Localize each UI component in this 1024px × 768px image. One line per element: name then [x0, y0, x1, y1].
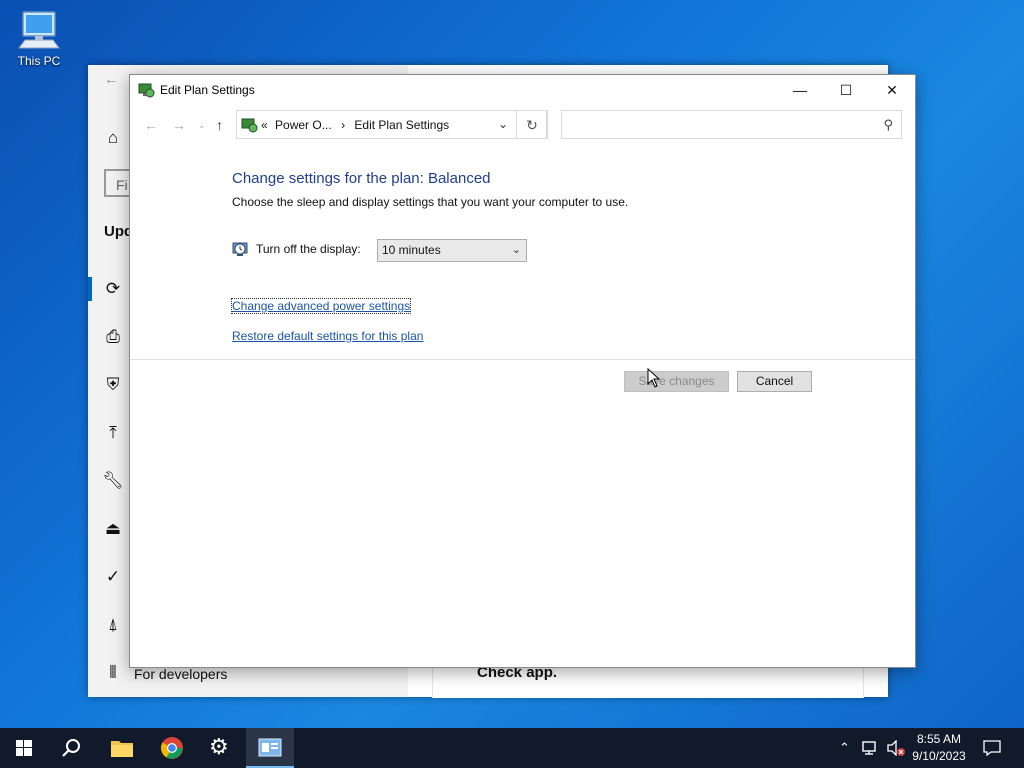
close-button[interactable]: ✕	[869, 75, 915, 105]
power-options-icon	[240, 116, 258, 134]
chevron-down-icon: ⌄	[511, 244, 521, 256]
chrome-button[interactable]	[148, 728, 196, 768]
home-icon[interactable]: ⌂	[102, 127, 124, 149]
restore-defaults-link[interactable]: Restore default settings for this plan	[232, 329, 423, 343]
search-icon	[62, 739, 80, 757]
back-icon[interactable]: ←	[144, 117, 158, 133]
taskbar: ⚙ ⌃ 8:55 AM 9/10/2023	[0, 728, 1024, 768]
display-timeout-select[interactable]: 10 minutes ⌄	[377, 239, 527, 262]
title-bar[interactable]: Edit Plan Settings — ☐ ✕	[130, 75, 915, 105]
windows-logo-icon	[16, 740, 32, 756]
page-description: Choose the sleep and display settings th…	[232, 195, 629, 209]
action-center-icon[interactable]	[983, 740, 1001, 759]
breadcrumb-current[interactable]: Edit Plan Settings	[354, 118, 449, 132]
up-icon[interactable]: ↑	[216, 117, 223, 133]
breadcrumb: « Power O... › Edit Plan Settings	[261, 118, 449, 132]
display-timeout-value: 10 minutes	[382, 243, 441, 257]
developer-icon[interactable]: ⫴	[102, 662, 124, 684]
sync-icon[interactable]: ⟳	[102, 278, 124, 300]
wrench-icon[interactable]: 🔧︎	[102, 470, 124, 492]
network-icon[interactable]	[862, 740, 880, 759]
find-device-icon[interactable]: ⍋	[102, 614, 124, 636]
sidebar-item-developers[interactable]: For developers	[134, 666, 227, 682]
forward-icon[interactable]: →	[172, 117, 186, 133]
refresh-button[interactable]: ↻	[516, 110, 548, 139]
mouse-cursor-icon	[647, 367, 661, 388]
recent-dropdown-icon[interactable]: ⌄	[198, 120, 206, 131]
cancel-button[interactable]: Cancel	[737, 371, 812, 392]
power-options-icon	[137, 81, 155, 99]
taskbar-search-button[interactable]	[48, 728, 96, 768]
breadcrumb-overflow[interactable]: «	[261, 118, 268, 132]
settings-button[interactable]: ⚙	[196, 728, 244, 768]
refresh-icon: ↻	[526, 117, 538, 133]
this-pc-desktop-icon[interactable]: This PC	[14, 8, 64, 68]
chrome-icon	[161, 737, 183, 759]
recovery-icon[interactable]: ⏏	[102, 518, 124, 540]
control-panel-icon	[258, 738, 282, 757]
breadcrumb-separator: ›	[341, 118, 346, 132]
minimize-button[interactable]: —	[777, 75, 823, 105]
chevron-up-icon[interactable]: ⌃	[839, 740, 850, 756]
advanced-power-settings-link[interactable]: Change advanced power settings	[230, 298, 412, 314]
divider	[130, 359, 915, 360]
maximize-button[interactable]: ☐	[823, 75, 869, 105]
delivery-icon[interactable]: ⎙	[102, 326, 124, 348]
save-changes-button[interactable]: Save changes	[624, 371, 729, 392]
control-panel-button[interactable]	[246, 728, 294, 768]
address-bar[interactable]: « Power O... › Edit Plan Settings ⌄	[236, 110, 547, 139]
window-title: Edit Plan Settings	[160, 83, 255, 97]
clock-time: 8:55 AM	[916, 732, 962, 746]
file-explorer-button[interactable]	[98, 728, 146, 768]
search-input[interactable]: ⚲	[561, 110, 902, 139]
clock-date: 9/10/2023	[912, 749, 966, 763]
selected-indicator	[88, 277, 92, 301]
system-clock[interactable]: 8:55 AM 9/10/2023	[905, 731, 973, 765]
computer-icon	[17, 8, 61, 54]
back-arrow-icon[interactable]: ←	[104, 71, 118, 87]
edit-plan-settings-window: Edit Plan Settings — ☐ ✕ ← → ⌄ ↑ « Power…	[129, 74, 916, 668]
search-icon: ⚲	[883, 117, 893, 132]
backup-icon[interactable]: ⤒	[102, 422, 124, 444]
desktop-icon-label: This PC	[17, 54, 61, 68]
gear-icon: ⚙	[209, 734, 229, 759]
volume-muted-icon[interactable]	[886, 739, 906, 759]
breadcrumb-parent[interactable]: Power O...	[275, 118, 332, 132]
activation-icon[interactable]: ✓	[102, 566, 124, 588]
page-title: Change settings for the plan: Balanced	[232, 170, 491, 187]
display-timeout-label: Turn off the display:	[256, 242, 361, 256]
navigation-bar: ← → ⌄ ↑ « Power O... › Edit Plan Setting…	[130, 110, 915, 142]
chevron-down-icon[interactable]: ⌄	[498, 117, 508, 131]
display-clock-icon	[232, 241, 248, 257]
folder-icon	[111, 741, 133, 757]
shield-icon[interactable]: ⛨	[102, 374, 124, 396]
start-button[interactable]	[0, 728, 48, 768]
